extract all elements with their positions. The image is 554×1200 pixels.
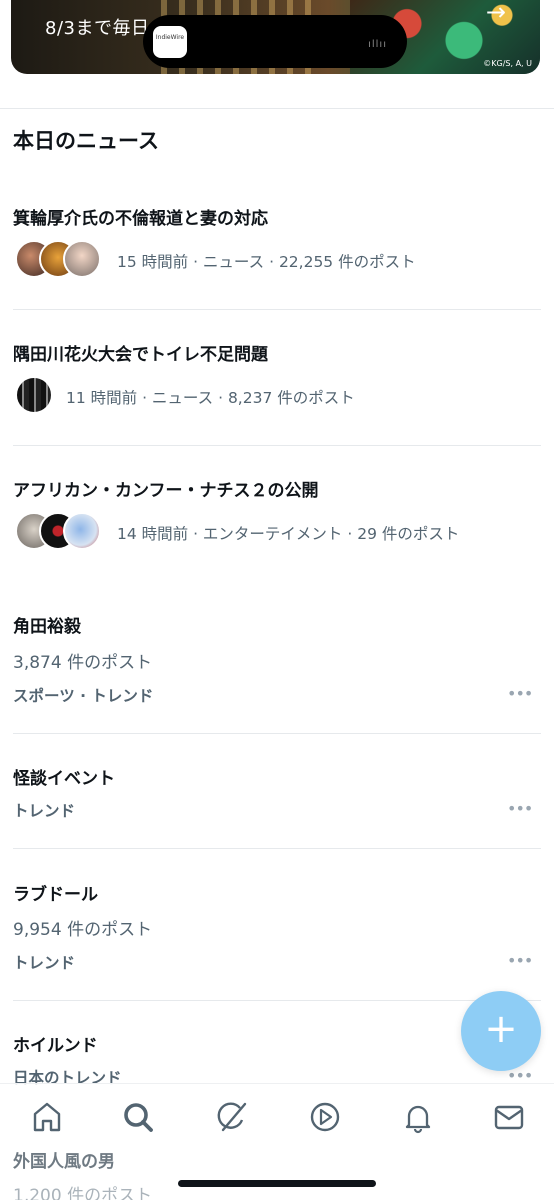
trend-title[interactable]: ホイルンド <box>13 1031 98 1056</box>
news-avatars <box>15 512 105 550</box>
grok-icon[interactable] <box>212 1099 252 1135</box>
avatar <box>63 240 101 278</box>
notifications-icon[interactable] <box>398 1099 438 1135</box>
compose-button[interactable]: + <box>461 991 541 1071</box>
news-item-title[interactable]: 隅田川花火大会でトイレ不足問題 <box>13 340 268 365</box>
trend-category: スポーツ · トレンド <box>13 687 154 705</box>
search-icon[interactable] <box>118 1099 158 1135</box>
divider <box>0 108 554 109</box>
divider <box>13 309 541 310</box>
home-icon[interactable] <box>27 1099 67 1135</box>
trend-category: トレンド <box>13 954 76 972</box>
messages-icon[interactable] <box>489 1099 529 1135</box>
trend-title[interactable]: 外国人風の男 <box>13 1147 115 1172</box>
more-options-icon[interactable]: ••• <box>507 684 533 703</box>
trend-post-count: 9,954 件のポスト <box>13 920 153 940</box>
banner-credit: ©KG/S, A, U <box>483 59 532 68</box>
trend-title[interactable]: 怪談イベント <box>13 764 115 789</box>
divider <box>13 1000 541 1001</box>
divider <box>13 445 541 446</box>
avatar <box>63 512 101 550</box>
audio-wave-icon: ıllıı <box>368 39 387 50</box>
now-playing-app-icon: IndieWire <box>153 26 187 58</box>
banner-caption: 8/3まで毎日 <box>45 18 150 39</box>
news-meta: 15 時間前 · ニュース · 22,255 件のポスト <box>117 253 416 271</box>
trend-title[interactable]: ラブドール <box>13 880 98 905</box>
more-options-icon[interactable]: ••• <box>507 799 533 818</box>
section-title: 本日のニュース <box>13 129 159 153</box>
news-item-title[interactable]: 箕輪厚介氏の不倫報道と妻の対応 <box>13 204 268 229</box>
news-avatars <box>15 240 105 278</box>
dynamic-island: IndieWire ıllıı <box>143 15 407 68</box>
news-meta: 14 時間前 · エンターテイメント · 29 件のポスト <box>117 525 460 543</box>
news-meta: 11 時間前 · ニュース · 8,237 件のポスト <box>66 389 355 407</box>
news-avatars <box>15 376 55 414</box>
home-indicator[interactable] <box>178 1180 376 1187</box>
avatar <box>15 376 53 414</box>
news-item-title[interactable]: アフリカン・カンフー・ナチス２の公開 <box>13 476 319 501</box>
more-options-icon[interactable]: ••• <box>507 951 533 970</box>
trend-post-count: 3,874 件のポスト <box>13 653 153 673</box>
arrow-right-icon[interactable]: → <box>486 0 506 26</box>
trend-post-count: 1,200 件のポスト <box>13 1186 153 1200</box>
divider <box>13 848 541 849</box>
trend-category: トレンド <box>13 802 76 820</box>
video-icon[interactable] <box>305 1099 345 1135</box>
divider <box>13 733 541 734</box>
trend-title[interactable]: 角田裕毅 <box>13 612 81 637</box>
